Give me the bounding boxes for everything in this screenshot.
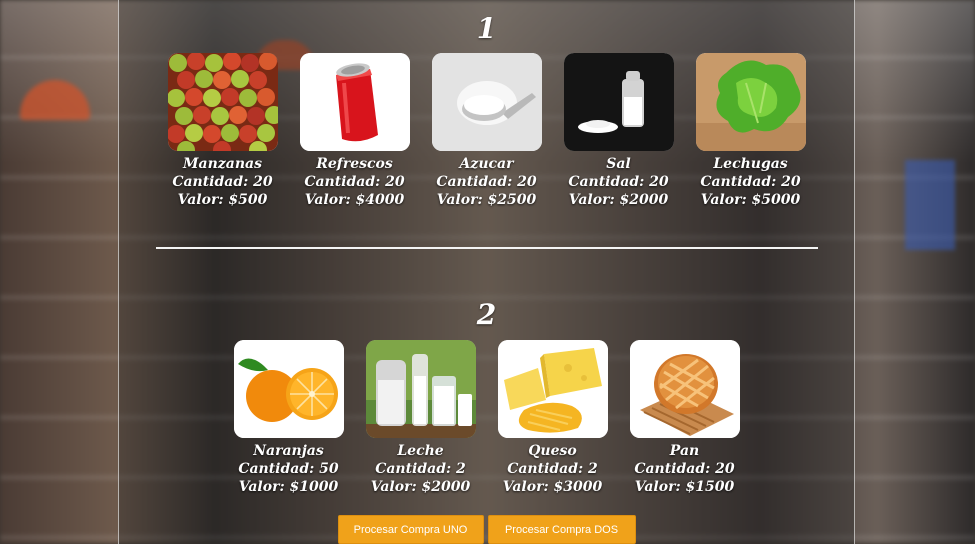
product-card-sal[interactable]: Sal Cantidad: 20 Valor: $2000: [563, 53, 674, 209]
product-name: Sal: [606, 156, 631, 172]
product-quantity: Cantidad: 20: [568, 174, 669, 190]
section-divider: [156, 247, 818, 249]
product-name: Leche: [397, 443, 444, 459]
product-value: Valor: $500: [177, 192, 268, 208]
apples-image[interactable]: [167, 53, 278, 151]
product-value: Valor: $5000: [700, 192, 801, 208]
orange-image[interactable]: [233, 340, 344, 438]
product-name: Manzanas: [183, 156, 262, 172]
product-card-azucar[interactable]: Azucar Cantidad: 20 Valor: $2500: [431, 53, 542, 209]
product-quantity: Cantidad: 20: [436, 174, 537, 190]
product-quantity: Cantidad: 20: [172, 174, 273, 190]
product-card-manzanas[interactable]: Manzanas Cantidad: 20 Valor: $500: [167, 53, 278, 209]
section-two-products: Naranjas Cantidad: 50 Valor: $1000 Leche…: [119, 340, 854, 496]
action-buttons: Procesar Compra UNO Procesar Compra DOS: [119, 515, 854, 544]
product-value: Valor: $4000: [304, 192, 405, 208]
salt-image[interactable]: [563, 53, 674, 151]
product-name: Naranjas: [253, 443, 324, 459]
product-quantity: Cantidad: 20: [700, 174, 801, 190]
product-value: Valor: $2500: [436, 192, 537, 208]
product-card-naranjas[interactable]: Naranjas Cantidad: 50 Valor: $1000: [233, 340, 344, 496]
product-value: Valor: $1500: [634, 479, 735, 495]
process-purchase-one-button[interactable]: Procesar Compra UNO: [337, 515, 484, 544]
product-name: Lechugas: [713, 156, 788, 172]
sugar-image[interactable]: [431, 53, 542, 151]
cheese-image[interactable]: [497, 340, 608, 438]
product-quantity: Cantidad: 2: [375, 461, 466, 477]
process-purchase-two-button[interactable]: Procesar Compra DOS: [487, 515, 636, 544]
bread-image[interactable]: [629, 340, 740, 438]
product-card-pan[interactable]: Pan Cantidad: 20 Valor: $1500: [629, 340, 740, 496]
soda-can-image[interactable]: [299, 53, 410, 151]
product-name: Azucar: [459, 156, 514, 172]
product-card-lechugas[interactable]: Lechugas Cantidad: 20 Valor: $5000: [695, 53, 806, 209]
product-name: Pan: [669, 443, 700, 459]
product-quantity: Cantidad: 20: [634, 461, 735, 477]
product-name: Queso: [528, 443, 577, 459]
product-card-leche[interactable]: Leche Cantidad: 2 Valor: $2000: [365, 340, 476, 496]
lettuce-image[interactable]: [695, 53, 806, 151]
product-quantity: Cantidad: 50: [238, 461, 339, 477]
product-card-queso[interactable]: Queso Cantidad: 2 Valor: $3000: [497, 340, 608, 496]
section-one-products: Manzanas Cantidad: 20 Valor: $500 Refres…: [119, 53, 854, 209]
milk-image[interactable]: [365, 340, 476, 438]
product-card-refrescos[interactable]: Refrescos Cantidad: 20 Valor: $4000: [299, 53, 410, 209]
product-quantity: Cantidad: 2: [507, 461, 598, 477]
section-one-number: 1: [476, 12, 497, 45]
product-value: Valor: $3000: [502, 479, 603, 495]
content-panel: 1 Manzanas Cantidad: 20 Valor: $500 Refr…: [118, 0, 855, 544]
product-quantity: Cantidad: 20: [304, 174, 405, 190]
section-two-number: 2: [476, 298, 497, 331]
product-value: Valor: $1000: [238, 479, 339, 495]
product-value: Valor: $2000: [370, 479, 471, 495]
product-name: Refrescos: [316, 156, 393, 172]
product-value: Valor: $2000: [568, 192, 669, 208]
